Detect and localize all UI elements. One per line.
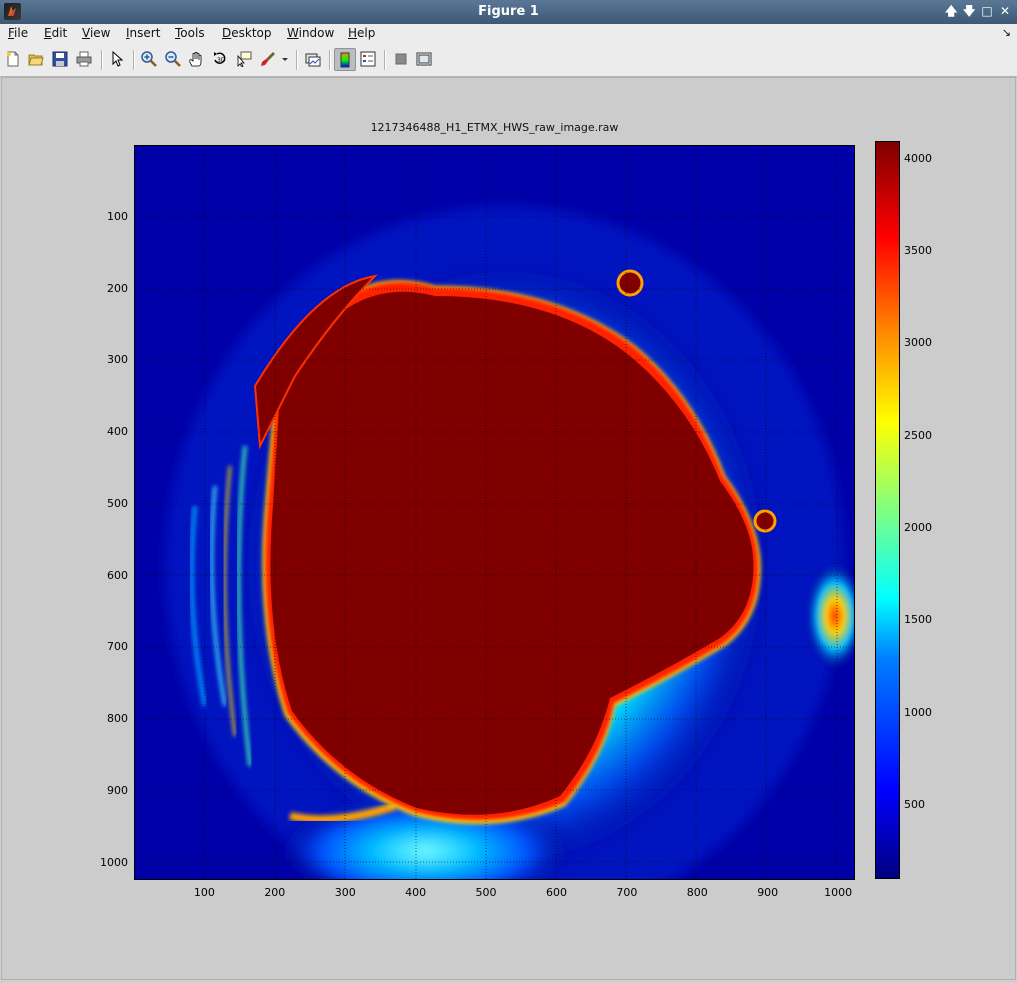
heatmap-image — [135, 146, 854, 879]
x-tick-label: 700 — [616, 886, 638, 899]
x-tick-label: 1000 — [824, 886, 853, 899]
x-tick-label: 800 — [686, 886, 708, 899]
menu-desktop[interactable]: Desktop — [222, 26, 272, 40]
y-tick-label: 1000 — [100, 855, 128, 869]
window-controls: 🡅 🡇 □ ✕ — [945, 3, 1011, 19]
colorbar-tick-label: 3500 — [904, 243, 932, 257]
x-tick-label: 100 — [193, 886, 215, 899]
save-figure-icon[interactable] — [50, 49, 70, 69]
y-tick-label: 300 — [107, 353, 128, 367]
colorbar[interactable] — [875, 141, 900, 879]
svg-text:3D: 3D — [217, 57, 226, 64]
brush-dropdown-icon[interactable] — [280, 49, 290, 69]
menu-help[interactable]: Help — [348, 26, 375, 40]
show-plot-tools-icon[interactable] — [414, 49, 434, 69]
x-tick-label: 600 — [545, 886, 567, 899]
link-plot-icon[interactable] — [303, 49, 323, 69]
up-arrow-icon[interactable]: 🡅 — [945, 3, 957, 19]
y-tick-label: 500 — [107, 496, 128, 510]
maximize-icon[interactable]: □ — [981, 3, 993, 19]
x-tick-label: 500 — [475, 886, 497, 899]
colorbar-tick-label: 2500 — [904, 428, 932, 442]
menu-window[interactable]: Window — [287, 26, 334, 40]
rotate-3d-icon[interactable]: 3D — [210, 49, 230, 69]
colorbar-tick-label: 4000 — [904, 151, 932, 165]
data-cursor-icon[interactable] — [234, 49, 254, 69]
menu-insert[interactable]: Insert — [126, 26, 160, 40]
zoom-in-icon[interactable] — [139, 49, 159, 69]
close-icon[interactable]: ✕ — [999, 3, 1011, 19]
edit-plot-arrow-icon[interactable] — [107, 49, 127, 69]
x-tick-label: 300 — [334, 886, 356, 899]
menu-bar: File Edit View Insert Tools Desktop Wind… — [0, 24, 1017, 44]
x-tick-label: 200 — [264, 886, 286, 899]
window-titlebar[interactable]: Figure 1 🡅 🡇 □ ✕ — [0, 0, 1017, 24]
menu-tools[interactable]: Tools — [175, 26, 205, 40]
down-arrow-icon[interactable]: 🡇 — [963, 3, 975, 19]
legend-toggle-icon[interactable] — [358, 49, 378, 69]
colorbar-tick-label: 3000 — [904, 336, 932, 350]
colorbar-tick-label: 1500 — [904, 613, 932, 627]
y-tick-label: 800 — [107, 712, 128, 726]
y-tick-label: 400 — [107, 425, 128, 439]
menu-file[interactable]: File — [8, 26, 28, 40]
y-tick-label: 700 — [107, 640, 128, 654]
x-tick-label: 400 — [405, 886, 427, 899]
colorbar-tick-label: 500 — [904, 798, 925, 812]
zoom-out-icon[interactable] — [163, 49, 183, 69]
menu-edit[interactable]: Edit — [44, 26, 67, 40]
dock-arrow-icon[interactable]: ↘ — [1002, 26, 1011, 39]
y-tick-label: 100 — [107, 209, 128, 223]
new-figure-icon[interactable] — [3, 49, 23, 69]
colorbar-tick-label: 1000 — [904, 705, 932, 719]
figure-toolbar: 3D — [0, 44, 1017, 77]
brush-icon[interactable] — [258, 49, 278, 69]
window-title: Figure 1 — [478, 4, 539, 19]
colorbar-toggle-icon[interactable] — [334, 48, 356, 71]
y-tick-label: 900 — [107, 783, 128, 797]
y-tick-label: 600 — [107, 568, 128, 582]
open-file-icon[interactable] — [26, 49, 46, 69]
plot-title: 1217346488_H1_ETMX_HWS_raw_image.raw — [370, 121, 619, 134]
y-tick-label: 200 — [107, 281, 128, 295]
pan-hand-icon[interactable] — [186, 49, 206, 69]
colorbar-tick-label: 2000 — [904, 521, 932, 534]
x-tick-label: 900 — [757, 886, 779, 899]
menu-view[interactable]: View — [82, 26, 110, 40]
print-figure-icon[interactable] — [74, 49, 94, 69]
image-axes[interactable] — [134, 145, 855, 880]
hide-plot-tools-icon[interactable] — [391, 49, 411, 69]
